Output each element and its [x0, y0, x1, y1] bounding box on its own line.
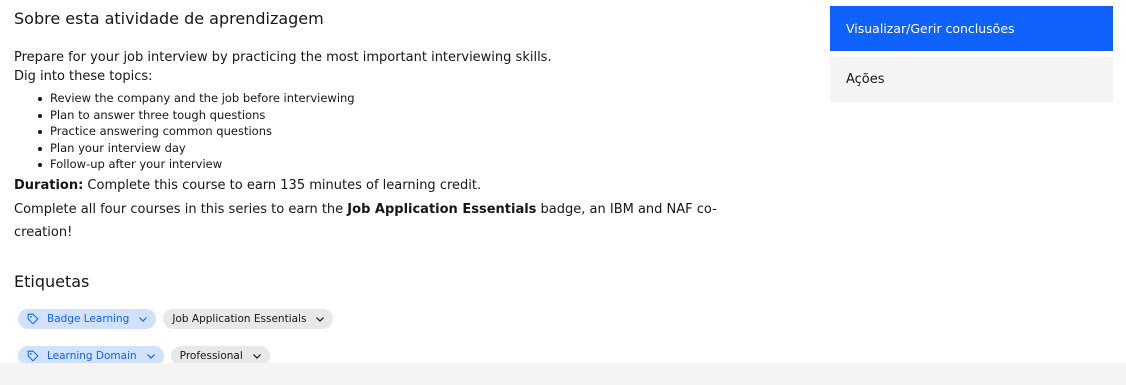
about-title: Sobre esta atividade de aprendizagem — [14, 9, 324, 28]
actions-panel[interactable]: Ações — [830, 57, 1113, 102]
series-badge-name: Job Application Essentials — [347, 202, 537, 217]
tag-key-label: Badge Learning — [47, 313, 130, 325]
page: Sobre esta atividade de aprendizagem Pre… — [0, 0, 1126, 366]
chevron-down-icon — [139, 317, 148, 322]
duration-label: Duration: — [14, 178, 84, 193]
intro-text: Prepare for your job interview by practi… — [14, 50, 552, 65]
series-before: Complete all four courses in this series… — [14, 202, 348, 217]
list-item: Review the company and the job before in… — [36, 90, 355, 107]
tag-key-label: Learning Domain — [47, 350, 137, 362]
tag-icon — [27, 313, 39, 325]
chevron-down-icon — [316, 317, 325, 322]
list-item: Practice answering common questions — [36, 123, 355, 140]
chevron-down-icon — [252, 354, 261, 359]
manage-completions-button[interactable]: Visualizar/Gerir conclusões — [830, 6, 1113, 51]
list-item: Plan your interview day — [36, 140, 355, 157]
tag-key-badge-learning[interactable]: Badge Learning — [18, 309, 157, 329]
sidebar: Visualizar/Gerir conclusões Ações — [830, 6, 1126, 102]
actions-label: Ações — [846, 72, 885, 87]
tag-value-job-application-essentials[interactable]: Job Application Essentials — [163, 309, 334, 329]
topics-list: Review the company and the job before in… — [36, 90, 355, 173]
tag-icon — [27, 350, 39, 362]
footer-strip — [0, 363, 1126, 385]
tag-value-label: Job Application Essentials — [172, 313, 307, 325]
list-item: Follow-up after your interview — [36, 156, 355, 173]
topics-heading: Dig into these topics: — [14, 69, 153, 84]
duration-value: Complete this course to earn 135 minutes… — [83, 178, 482, 193]
list-item: Plan to answer three tough questions — [36, 107, 355, 124]
tags-title: Etiquetas — [14, 272, 90, 291]
chevron-down-icon — [146, 354, 155, 359]
duration-text: Duration: Complete this course to earn 1… — [14, 176, 481, 195]
series-text: Complete all four courses in this series… — [14, 198, 726, 244]
tag-value-label: Professional — [179, 350, 243, 362]
tag-row: Badge Learning Job Application Essential… — [18, 309, 334, 329]
